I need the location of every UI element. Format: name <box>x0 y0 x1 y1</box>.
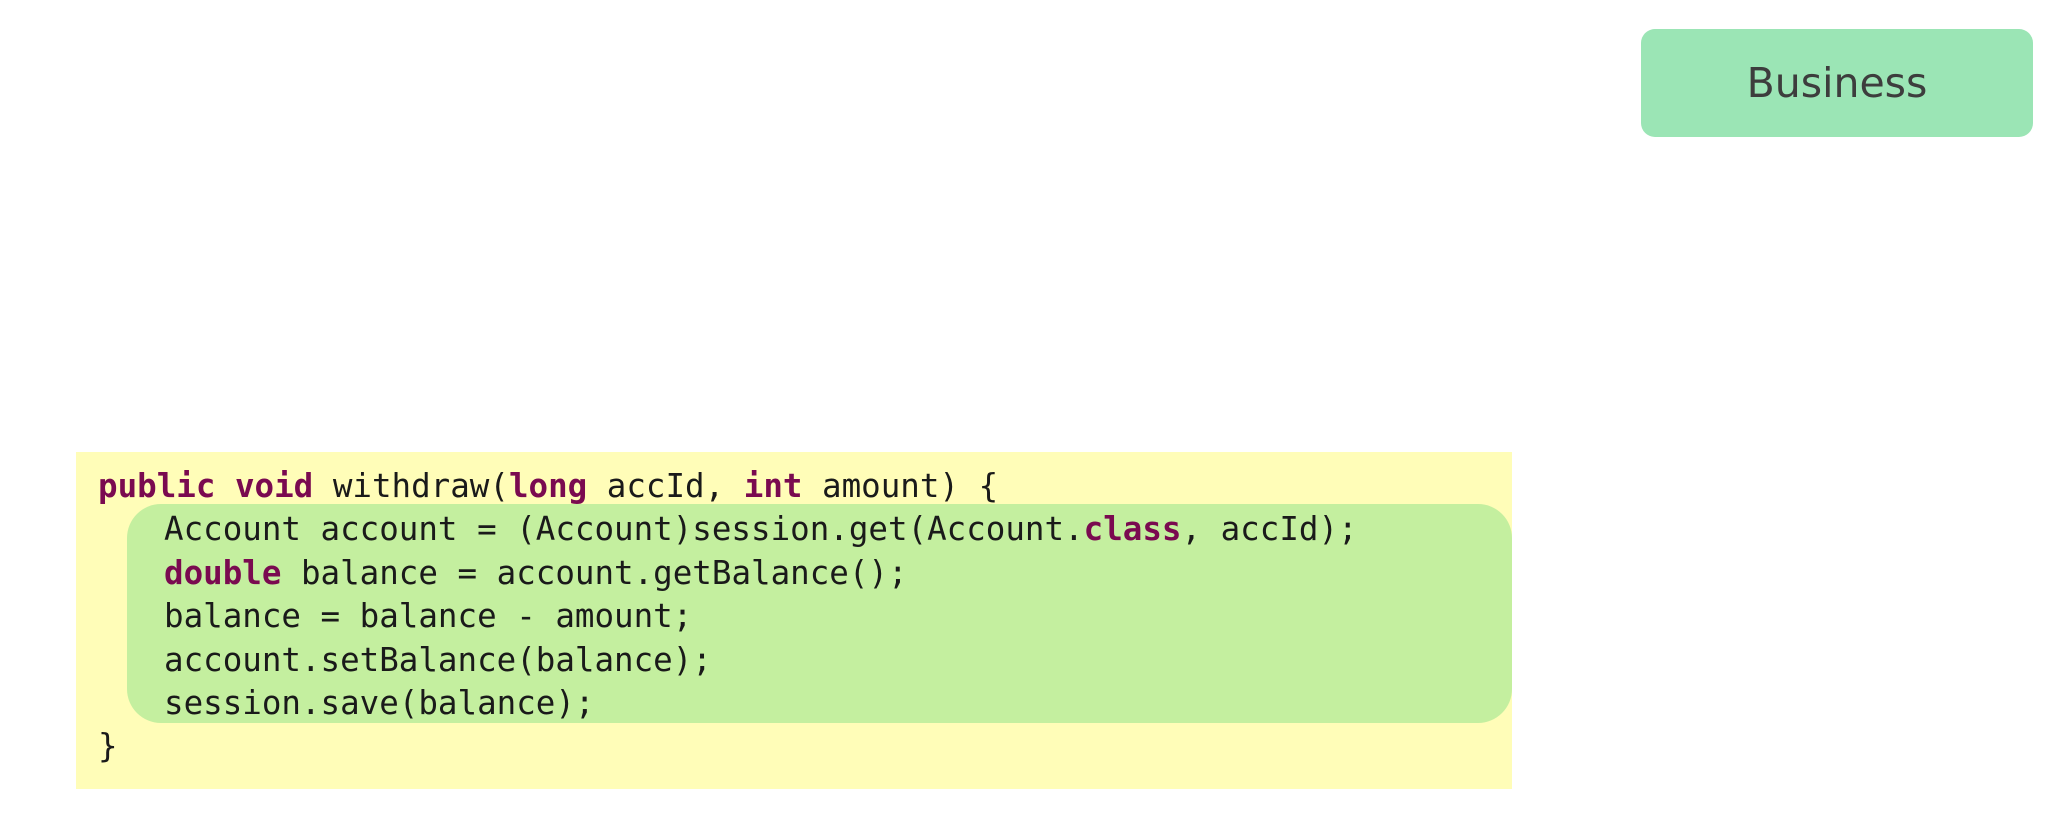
code-line: public void withdraw(long accId, int amo… <box>76 465 1358 508</box>
code-text: balance = account.getBalance(); <box>281 553 908 592</box>
code-keyword: int <box>743 467 803 505</box>
code-block: public void withdraw(long accId, int amo… <box>76 452 1358 769</box>
code-line: } <box>76 725 1358 768</box>
code-text: account.setBalance(balance); <box>164 640 712 679</box>
code-text: amount) { <box>802 467 999 505</box>
code-text: session.save(balance); <box>164 683 595 722</box>
business-label-badge: Business <box>1641 29 2033 137</box>
code-keyword: double <box>164 553 282 592</box>
code-text: balance = balance - amount; <box>164 597 693 636</box>
code-keyword: long <box>508 467 588 505</box>
code-line: balance = balance - amount; <box>76 595 1358 638</box>
code-text: withdraw( <box>313 467 509 505</box>
code-text: } <box>98 727 118 766</box>
code-keyword: void <box>234 467 314 505</box>
code-line: session.save(balance); <box>76 682 1358 725</box>
code-text: , accId); <box>1181 510 1358 549</box>
code-line: double balance = account.getBalance(); <box>76 552 1358 595</box>
code-keyword: public <box>98 467 216 505</box>
business-label-text: Business <box>1746 59 1928 107</box>
code-line: account.setBalance(balance); <box>76 639 1358 682</box>
code-line: Account account = (Account)session.get(A… <box>76 508 1358 551</box>
code-text: Account account = (Account)session.get(A… <box>164 510 1084 549</box>
code-keyword: class <box>1083 510 1182 549</box>
code-snippet-panel: public void withdraw(long accId, int amo… <box>76 452 1512 789</box>
code-text: accId, <box>587 467 744 505</box>
